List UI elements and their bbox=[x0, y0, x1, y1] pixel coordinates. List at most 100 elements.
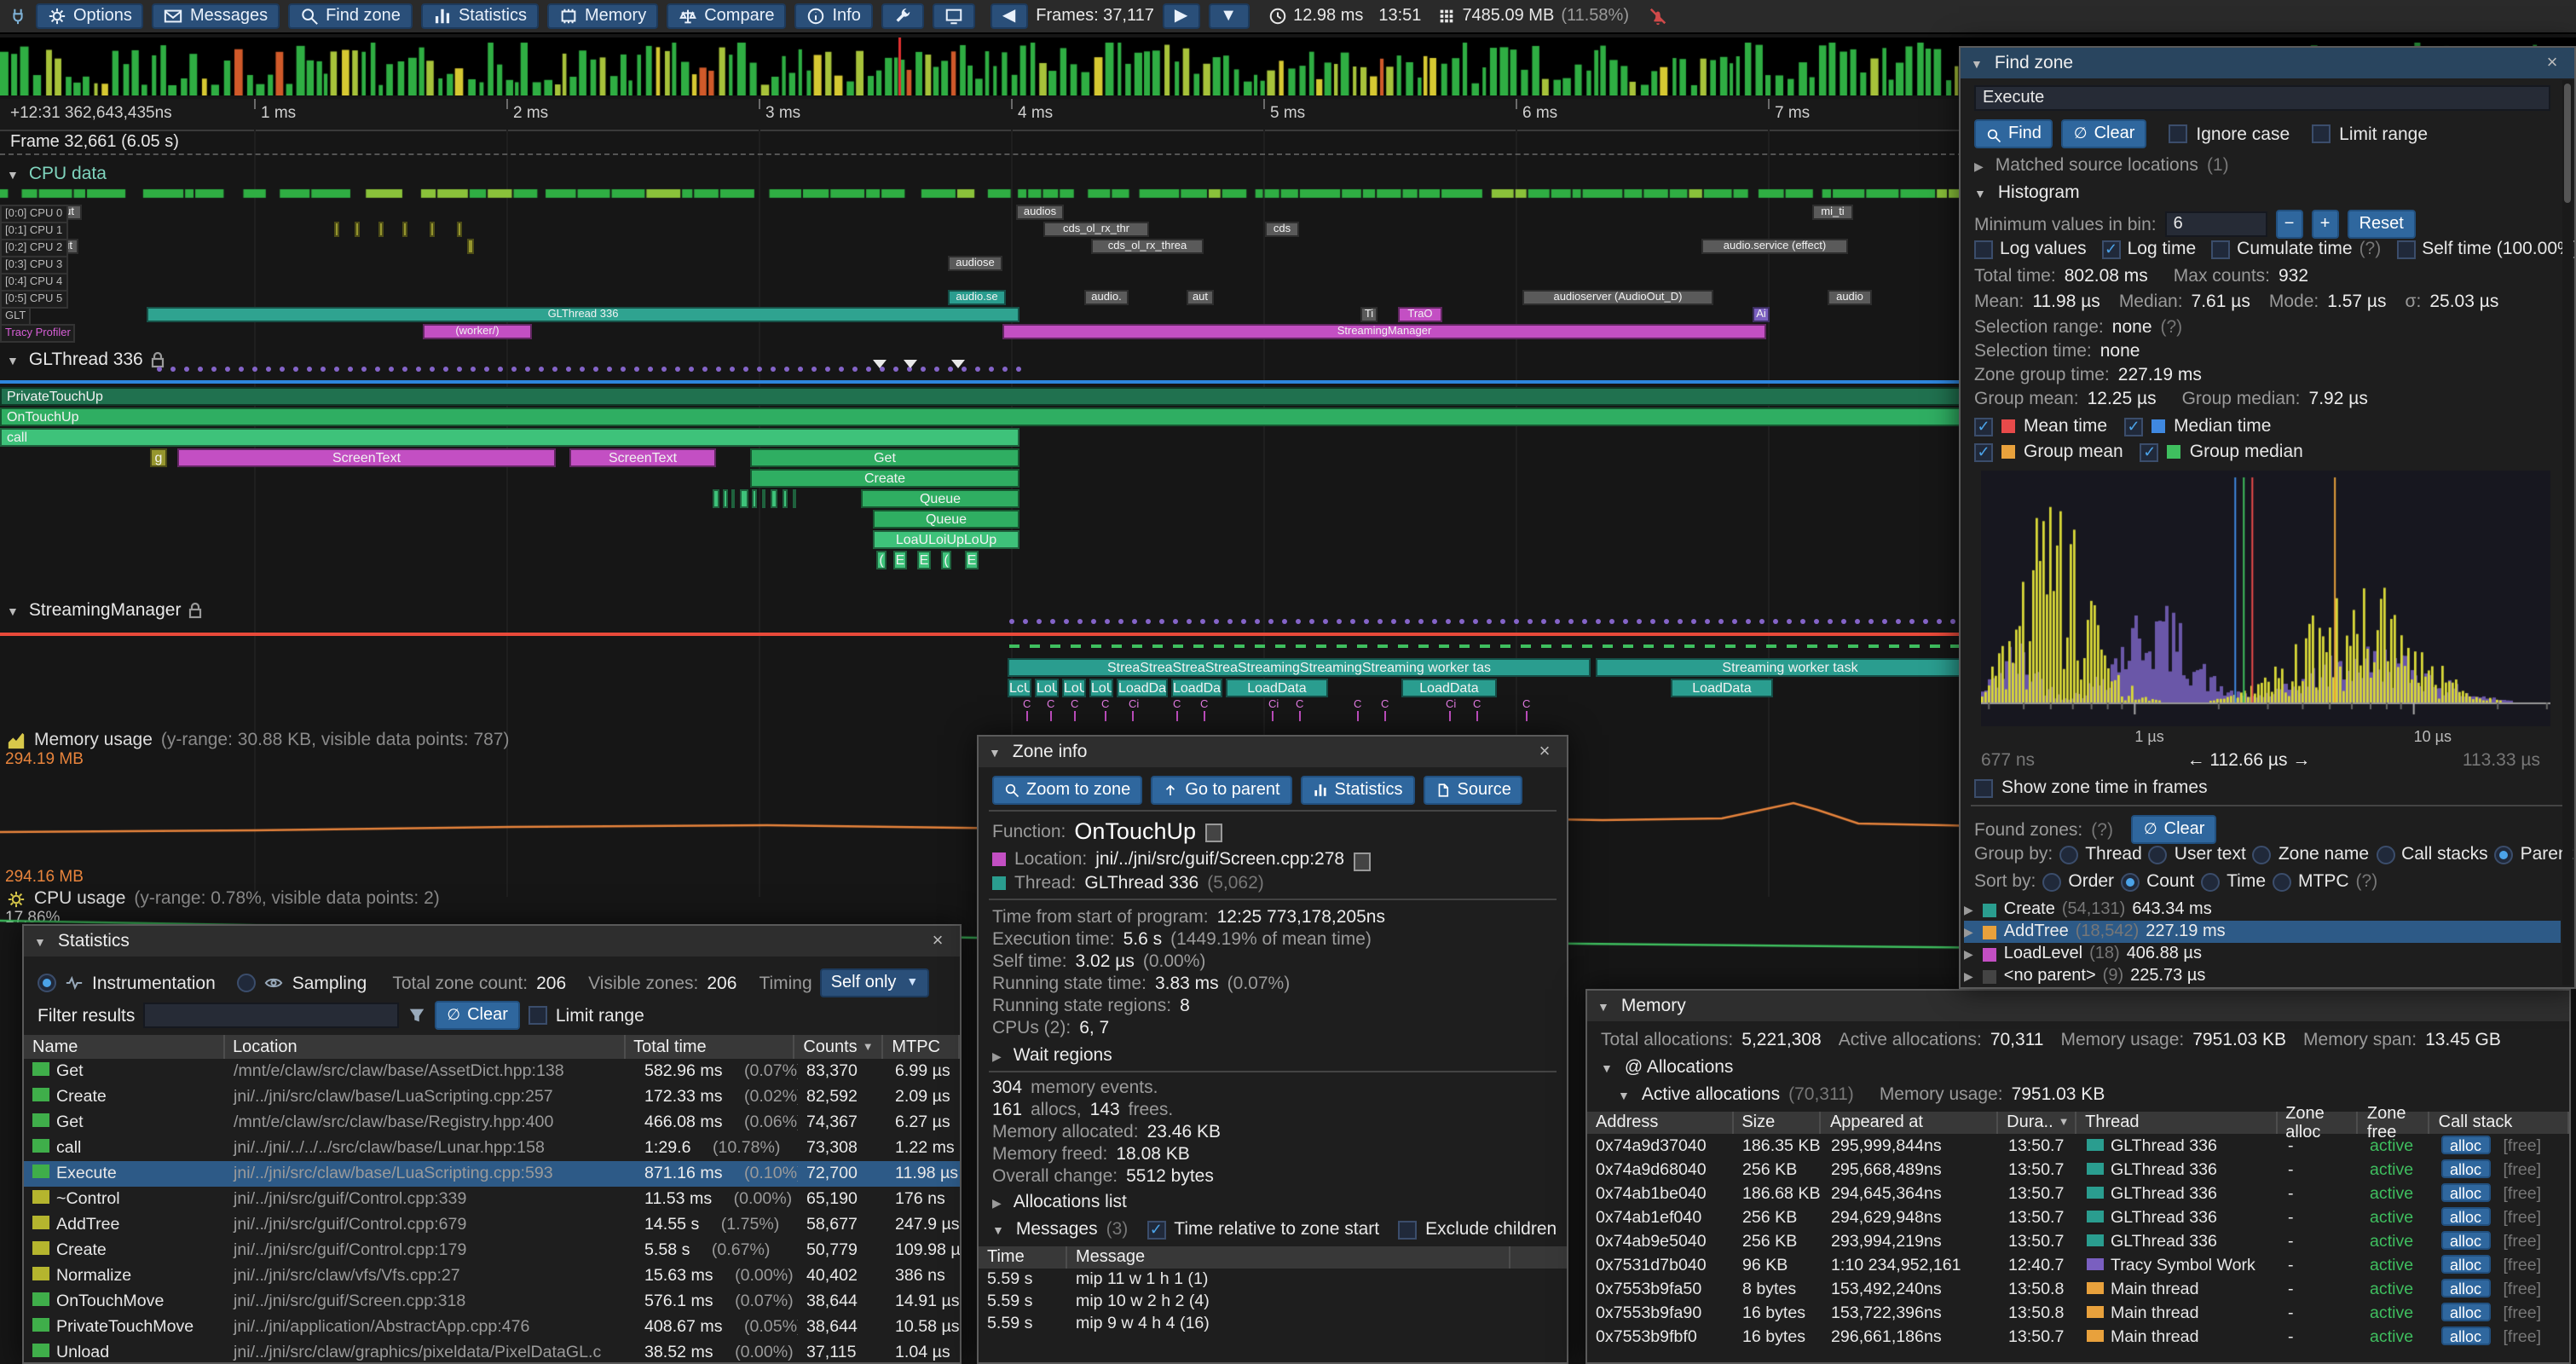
message-tick[interactable]: C bbox=[1473, 699, 1487, 721]
timeline-zone[interactable]: GLThread 336 bbox=[147, 307, 1019, 322]
next-frame-button[interactable]: ▶ bbox=[1163, 3, 1199, 29]
message-tick[interactable]: C bbox=[1354, 699, 1367, 721]
timeline-zone[interactable]: call bbox=[0, 428, 1019, 447]
timeline-zone[interactable]: LcU bbox=[1008, 679, 1031, 697]
screenshot-search-button[interactable] bbox=[933, 3, 975, 29]
stats-col-total-time[interactable]: Total time bbox=[625, 1035, 794, 1059]
active-allocations-toggle[interactable]: Active allocations (70,311) Memory usage… bbox=[1618, 1084, 2105, 1105]
frame-set-dropdown[interactable]: ▼ bbox=[1208, 3, 1249, 29]
zone-info-titlebar[interactable]: Zone info bbox=[979, 737, 1567, 767]
message-tick[interactable]: C bbox=[1071, 699, 1084, 721]
message-row[interactable]: 5.59 smip 10 w 2 h 2 (4) bbox=[979, 1291, 1567, 1313]
stats-col-name[interactable]: Name bbox=[24, 1035, 224, 1059]
decrease-bin-button[interactable]: − bbox=[2276, 210, 2303, 239]
timeline-zone[interactable]: ( bbox=[941, 551, 951, 569]
timeline-zone[interactable]: ScreenText bbox=[569, 448, 716, 467]
timeline-zone[interactable]: LoadData bbox=[1401, 679, 1497, 697]
expand-icon[interactable] bbox=[1964, 922, 1977, 941]
legend-checkbox-group-mean[interactable] bbox=[1974, 442, 1993, 461]
statistics-titlebar[interactable]: Statistics bbox=[24, 926, 960, 957]
timeline-zone[interactable]: Queue bbox=[861, 489, 1019, 508]
filter-input[interactable] bbox=[143, 1003, 399, 1028]
stats-table-row[interactable]: ~Controljni/../jni/src/guif/Control.cpp:… bbox=[24, 1187, 960, 1212]
timeline-zone[interactable] bbox=[402, 222, 407, 237]
message-row[interactable]: 5.59 smip 9 w 4 h 4 (16) bbox=[979, 1313, 1567, 1335]
zone-info-button-source[interactable]: Source bbox=[1424, 776, 1523, 805]
timeline-zone[interactable]: OnTouchUp bbox=[0, 407, 2012, 426]
alloc-callstack-button[interactable]: alloc bbox=[2441, 1327, 2490, 1346]
stats-table-row[interactable]: OnTouchMovejni/../jni/src/guif/Screen.cp… bbox=[24, 1289, 960, 1315]
sort-by-radio-order[interactable] bbox=[2042, 872, 2061, 891]
timeline-zone[interactable]: audio.se bbox=[948, 290, 1006, 305]
mem-col-appeared-at[interactable]: Appeared at bbox=[1822, 1112, 1998, 1134]
timeline-zone[interactable]: cds_ol_rx_thr bbox=[1043, 222, 1149, 237]
message-tick[interactable]: C bbox=[1381, 699, 1395, 721]
memory-titlebar[interactable]: Memory bbox=[1587, 991, 2569, 1021]
stats-col-mtpc[interactable]: MTPC bbox=[883, 1035, 960, 1059]
alloc-callstack-button[interactable]: alloc bbox=[2441, 1280, 2490, 1298]
stats-table-row[interactable]: PrivateTouchMovejni/../jni/application/A… bbox=[24, 1315, 960, 1340]
find-button[interactable]: Find bbox=[1974, 119, 2053, 148]
timing-select[interactable]: Self only▼ bbox=[821, 968, 929, 997]
timeline-zone[interactable]: cds bbox=[1265, 222, 1299, 237]
memory-table-row[interactable]: 0x7553b9fbf016 bytes296,661,186ns13:50.7… bbox=[1587, 1325, 2569, 1349]
group-by-radio-parent[interactable] bbox=[2495, 845, 2514, 864]
timeline-zone[interactable]: LoaULoiUpLoUp bbox=[873, 530, 1019, 549]
found-zone-group[interactable]: AddTree(18,542)227.19 ms bbox=[1964, 921, 2561, 943]
message-tick[interactable]: C bbox=[1200, 699, 1214, 721]
expand-icon[interactable] bbox=[1964, 967, 1977, 985]
stats-col-location[interactable]: Location bbox=[224, 1035, 625, 1059]
scrollbar-thumb[interactable] bbox=[2564, 84, 2571, 203]
self-time-checkbox[interactable] bbox=[2396, 240, 2415, 258]
timeline-zone[interactable]: LoU bbox=[1062, 679, 1086, 697]
prev-frame-button[interactable]: ◀ bbox=[991, 3, 1027, 29]
log-values-checkbox[interactable] bbox=[1974, 240, 1993, 258]
timeline-zone[interactable]: TraO bbox=[1398, 307, 1442, 322]
alloc-callstack-button[interactable]: alloc bbox=[2441, 1256, 2490, 1274]
timeline-zone[interactable]: aut bbox=[1187, 290, 1214, 305]
timeline-zone[interactable]: LoadDaU bbox=[1117, 679, 1168, 697]
reset-button[interactable]: Reset bbox=[2348, 210, 2416, 239]
allocations-toggle[interactable]: @ Allocations bbox=[1601, 1057, 1733, 1078]
toolbar-button-statistics[interactable]: Statistics bbox=[421, 3, 539, 29]
zone-info-button-statistics[interactable]: Statistics bbox=[1301, 776, 1415, 805]
alloc-callstack-button[interactable]: alloc bbox=[2441, 1184, 2490, 1203]
timeline-zone[interactable]: ScreenText bbox=[177, 448, 556, 467]
cumulate-time-checkbox[interactable] bbox=[2211, 240, 2230, 258]
group-by-radio-call-stacks[interactable] bbox=[2376, 845, 2394, 864]
timeline-zone[interactable]: audio bbox=[1828, 290, 1872, 305]
time-relative-checkbox[interactable] bbox=[1146, 1220, 1165, 1239]
sort-by-radio-count[interactable] bbox=[2121, 872, 2140, 891]
memory-table-row[interactable]: 0x7553b9fa9016 bytes153,722,396ns13:50.8… bbox=[1587, 1301, 2569, 1325]
timeline-zone[interactable]: Get bbox=[750, 448, 1019, 467]
memory-table-row[interactable]: 0x74a9d68040256 KB295,668,489ns13:50.7GL… bbox=[1587, 1158, 2569, 1182]
message-tick[interactable]: C bbox=[1023, 699, 1037, 721]
increase-bin-button[interactable]: + bbox=[2312, 210, 2339, 239]
message-tick[interactable]: C bbox=[1101, 699, 1115, 721]
alloc-callstack-button[interactable]: alloc bbox=[2441, 1208, 2490, 1227]
timeline-zone[interactable]: Ai bbox=[1753, 307, 1770, 322]
timeline-zone[interactable] bbox=[334, 222, 339, 237]
timeline-zone[interactable] bbox=[355, 222, 360, 237]
clear-filter-button[interactable]: ∅Clear bbox=[435, 1001, 520, 1030]
mem-col-call-stack[interactable]: Call stack bbox=[2430, 1112, 2569, 1134]
timeline-zone[interactable]: audiose bbox=[948, 256, 1002, 271]
message-tick[interactable]: C bbox=[1296, 699, 1309, 721]
mem-col-thread[interactable]: Thread bbox=[2076, 1112, 2277, 1134]
timeline-zone[interactable]: LoadData bbox=[1671, 679, 1773, 697]
timeline-zone[interactable]: E bbox=[917, 551, 931, 569]
timeline-zone[interactable]: StreamingManager bbox=[1002, 324, 1766, 339]
show-zone-time-checkbox[interactable] bbox=[1974, 778, 1993, 797]
message-tick[interactable]: C bbox=[1173, 699, 1187, 721]
timeline-zone[interactable]: audio. bbox=[1084, 290, 1129, 305]
timeline-zone[interactable] bbox=[771, 489, 777, 508]
close-icon[interactable] bbox=[1533, 742, 1557, 762]
expand-icon[interactable] bbox=[1964, 900, 1977, 919]
timeline-zone[interactable] bbox=[783, 489, 788, 508]
timeline-zone[interactable]: cds_ol_rx_threa bbox=[1091, 239, 1204, 254]
zone-info-button-zoom-to-zone[interactable]: Zoom to zone bbox=[992, 776, 1142, 805]
found-zone-group[interactable]: <no parent>(9)225.73 µs bbox=[1964, 965, 2561, 987]
histogram-toggle[interactable]: Histogram bbox=[1974, 182, 2080, 203]
matched-locations-toggle[interactable]: Matched source locations(1) bbox=[1974, 155, 2229, 176]
exclude-children-checkbox[interactable] bbox=[1398, 1220, 1417, 1239]
